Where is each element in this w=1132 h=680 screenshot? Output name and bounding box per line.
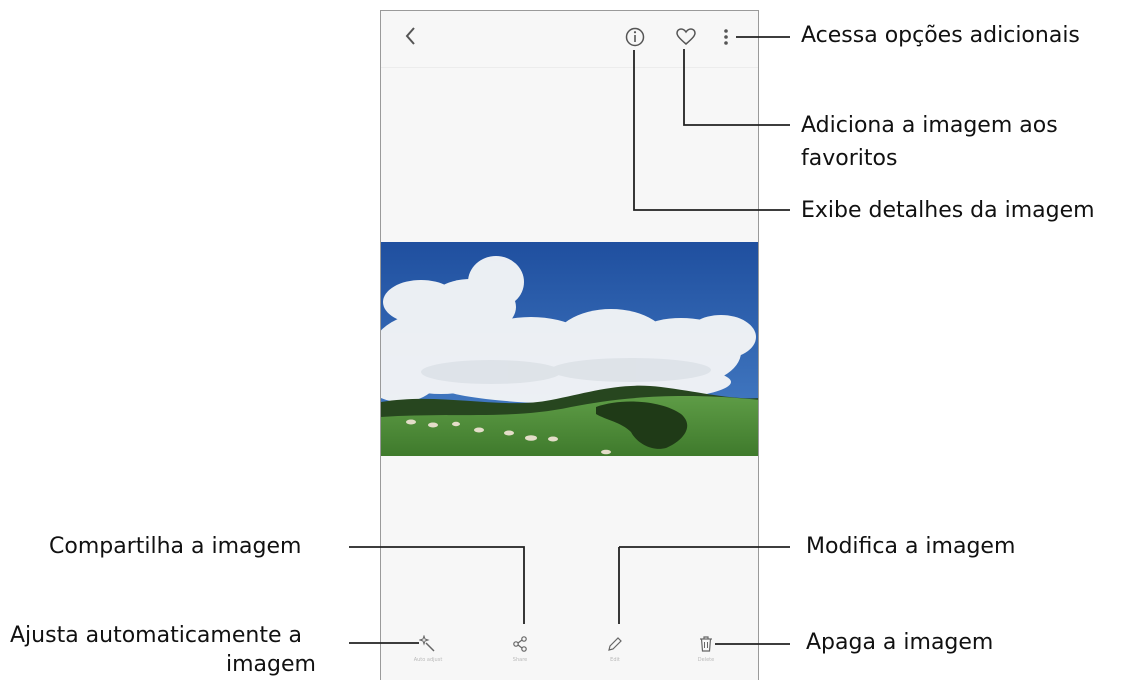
callout-favorite-line1: Adiciona a imagem aos — [801, 113, 1058, 138]
callout-share: Compartilha a imagem — [49, 534, 302, 559]
callout-details: Exibe detalhes da imagem — [801, 198, 1095, 223]
favorite-leader — [683, 49, 790, 126]
details-leader — [633, 50, 790, 211]
callout-auto-adjust-line2: imagem — [226, 652, 316, 677]
share-leader — [349, 546, 525, 624]
callout-more-options: Acessa opções adicionais — [801, 23, 1080, 48]
callout-favorite-line2: favoritos — [801, 146, 898, 171]
callout-auto-adjust-line1: Ajusta automaticamente a — [10, 623, 302, 648]
callout-lines — [349, 36, 790, 645]
callout-edit: Modifica a imagem — [806, 534, 1016, 559]
callout-delete: Apaga a imagem — [806, 630, 994, 655]
